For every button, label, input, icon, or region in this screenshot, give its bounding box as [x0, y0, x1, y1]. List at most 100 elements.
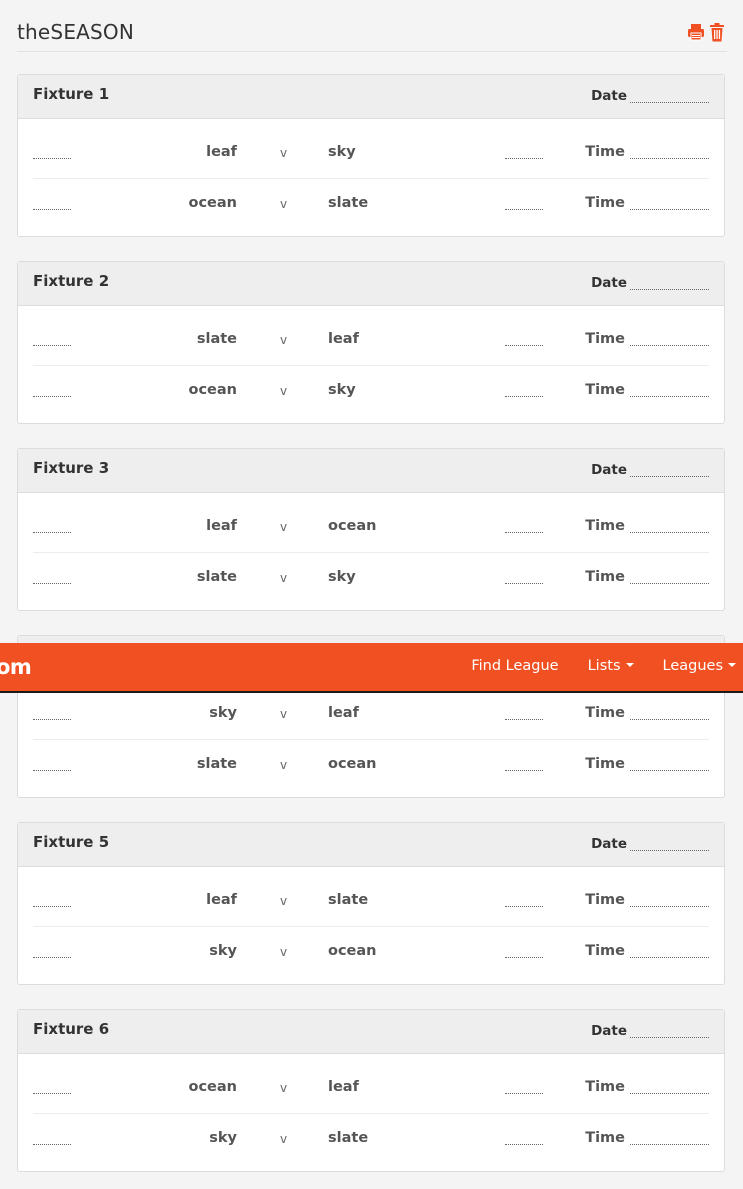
- versus-label: v: [280, 1081, 288, 1095]
- time-dotted-line: [630, 1092, 709, 1094]
- date-label: Date: [591, 88, 627, 104]
- away-team: leaf: [328, 705, 359, 721]
- match-row: ocean v sky Time: [33, 366, 709, 416]
- time-dotted-line: [630, 582, 709, 584]
- fixture-title: Fixture 3: [33, 459, 110, 477]
- fixture-header: Fixture 2 Date: [18, 262, 724, 306]
- score-dotted-line: [505, 582, 543, 584]
- date-dotted-line: [630, 288, 709, 290]
- date-dotted-line: [630, 1036, 709, 1038]
- away-team: sky: [328, 144, 356, 160]
- versus-label: v: [280, 146, 288, 160]
- page-header: theSEASON: [17, 14, 727, 52]
- nav-item[interactable]: Lists: [559, 658, 634, 674]
- match-row: leaf v sky Time: [33, 128, 709, 179]
- fixture-header: Fixture 5 Date: [18, 823, 724, 867]
- fixture-panel: Fixture 3 Date leaf v ocean Time slate v sky Time: [17, 448, 725, 611]
- away-team: leaf: [328, 1079, 359, 1095]
- score-dotted-line: [505, 769, 543, 771]
- nav-item-label: Lists: [587, 658, 621, 674]
- nav-item[interactable]: Leagues: [634, 658, 736, 674]
- trash-icon[interactable]: [709, 23, 727, 43]
- date-dotted-line: [630, 849, 709, 851]
- nav-item-label: Leagues: [662, 658, 724, 674]
- printer-icon[interactable]: [687, 23, 705, 43]
- score-dotted-line: [33, 157, 71, 159]
- score-dotted-line: [505, 1092, 543, 1094]
- match-row: leaf v slate Time: [33, 876, 709, 927]
- time-label: Time: [585, 331, 625, 347]
- score-dotted-line: [33, 1092, 71, 1094]
- nav-item[interactable]: Find League: [442, 658, 558, 674]
- match-row: sky v slate Time: [33, 1114, 709, 1164]
- date-dotted-line: [630, 475, 709, 477]
- score-dotted-line: [505, 344, 543, 346]
- time-dotted-line: [630, 905, 709, 907]
- match-row: slate v ocean Time: [33, 740, 709, 790]
- time-dotted-line: [630, 718, 709, 720]
- fixture-panel: Fixture 5 Date leaf v slate Time sky v ocean Time: [17, 822, 725, 985]
- fixture-title: Fixture 2: [33, 272, 110, 290]
- time-dotted-line: [630, 344, 709, 346]
- fixture-header: Fixture 3 Date: [18, 449, 724, 493]
- fixture-title: Fixture 1: [33, 85, 110, 103]
- home-team: slate: [196, 756, 237, 772]
- time-dotted-line: [630, 769, 709, 771]
- score-dotted-line: [505, 157, 543, 159]
- score-dotted-line: [33, 769, 71, 771]
- score-dotted-line: [33, 531, 71, 533]
- away-team: slate: [328, 1130, 369, 1146]
- time-label: Time: [585, 382, 625, 398]
- home-team: leaf: [206, 518, 237, 534]
- fixture-panel: Fixture 6 Date ocean v leaf Time sky v slate Time: [17, 1009, 725, 1172]
- score-dotted-line: [33, 344, 71, 346]
- time-dotted-line: [630, 395, 709, 397]
- score-dotted-line: [505, 718, 543, 720]
- header-actions: [687, 23, 727, 43]
- score-dotted-line: [33, 395, 71, 397]
- score-dotted-line: [33, 1143, 71, 1145]
- time-label: Time: [585, 569, 625, 585]
- match-row: sky v ocean Time: [33, 927, 709, 977]
- match-row: slate v leaf Time: [33, 315, 709, 366]
- navbar: om Find League Lists Leagues: [0, 643, 743, 693]
- score-dotted-line: [505, 395, 543, 397]
- score-dotted-line: [33, 582, 71, 584]
- time-dotted-line: [630, 157, 709, 159]
- score-dotted-line: [505, 531, 543, 533]
- home-team: leaf: [206, 892, 237, 908]
- home-team: slate: [196, 331, 237, 347]
- versus-label: v: [280, 1132, 288, 1146]
- fixture-panel: Fixture 2 Date slate v leaf Time ocean v sky Time: [17, 261, 725, 424]
- away-team: ocean: [328, 518, 377, 534]
- match-row: slate v sky Time: [33, 553, 709, 603]
- time-label: Time: [585, 1130, 625, 1146]
- time-dotted-line: [630, 531, 709, 533]
- time-label: Time: [585, 518, 625, 534]
- score-dotted-line: [505, 1143, 543, 1145]
- home-team: sky: [209, 1130, 237, 1146]
- versus-label: v: [280, 333, 288, 347]
- match-row: leaf v ocean Time: [33, 502, 709, 553]
- away-team: sky: [328, 382, 356, 398]
- caret-down-icon: [728, 663, 736, 667]
- away-team: slate: [328, 892, 369, 908]
- fixture-title: Fixture 5: [33, 833, 110, 851]
- versus-label: v: [280, 945, 288, 959]
- fixture-header: Fixture 1 Date: [18, 75, 724, 119]
- brand-logo[interactable]: om: [0, 655, 32, 679]
- score-dotted-line: [33, 905, 71, 907]
- match-row: ocean v leaf Time: [33, 1063, 709, 1114]
- home-team: ocean: [188, 382, 238, 398]
- date-label: Date: [591, 462, 627, 478]
- versus-label: v: [280, 894, 288, 908]
- date-label: Date: [591, 836, 627, 852]
- score-dotted-line: [33, 718, 71, 720]
- date-label: Date: [591, 275, 627, 291]
- time-dotted-line: [630, 956, 709, 958]
- nav-item-label: Find League: [471, 658, 559, 674]
- fixture-title: Fixture 6: [33, 1020, 110, 1038]
- home-team: slate: [196, 569, 237, 585]
- fixture-panel: Fixture 1 Date leaf v sky Time ocean v slate Time: [17, 74, 725, 237]
- home-team: leaf: [206, 144, 237, 160]
